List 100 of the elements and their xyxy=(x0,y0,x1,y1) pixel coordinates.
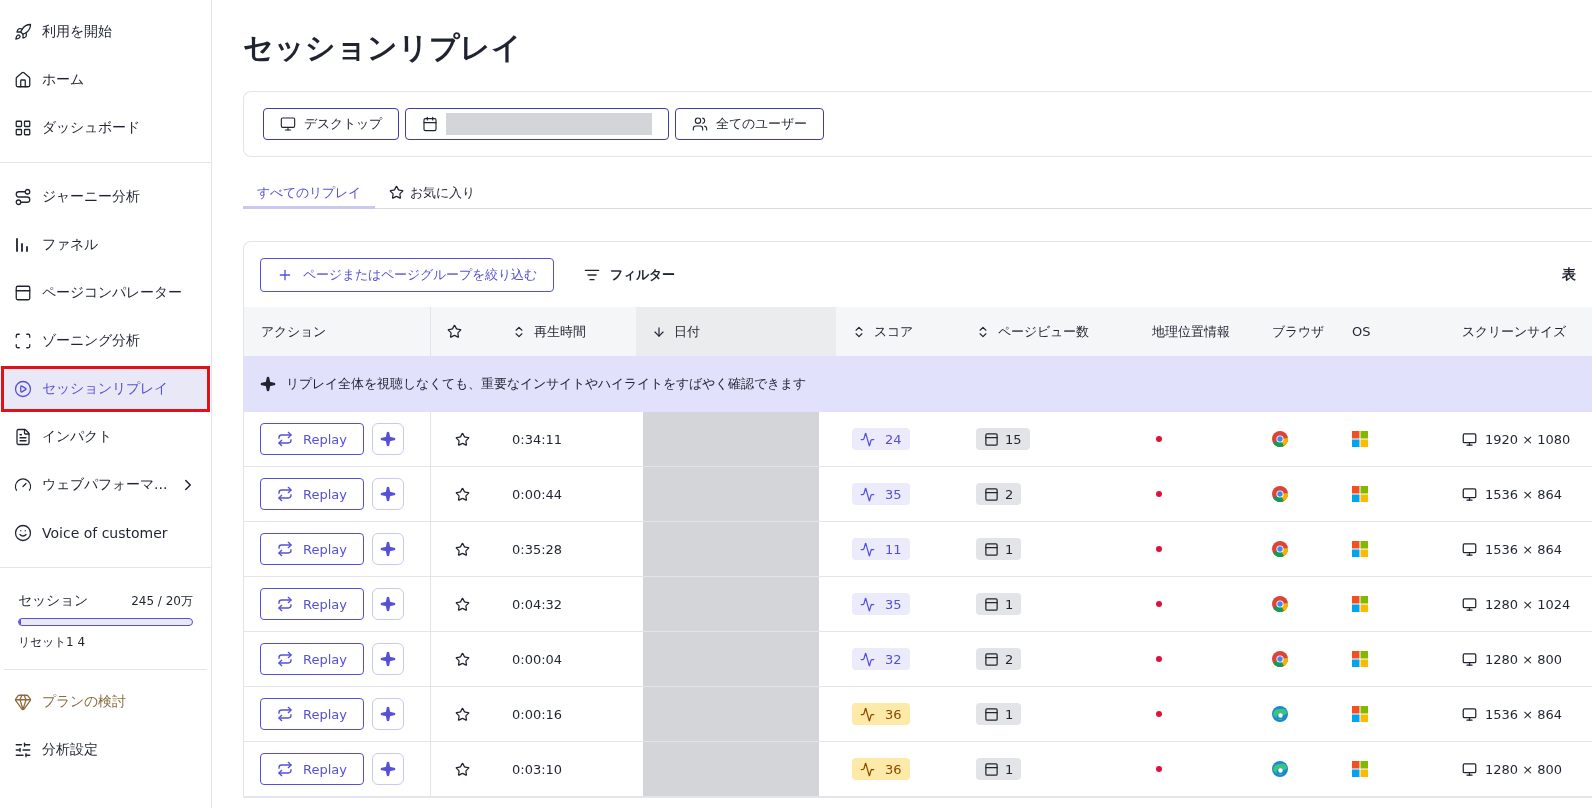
users-icon xyxy=(692,116,708,132)
monitor-icon xyxy=(1462,596,1477,612)
sidebar-item[interactable]: ホーム xyxy=(4,60,207,100)
duration-text: 0:00:04 xyxy=(512,651,563,667)
sidebar-item[interactable]: ダッシュボード xyxy=(4,108,207,148)
add-page-filter-button[interactable]: ページまたはページグループを絞り込む xyxy=(260,258,554,292)
sparkle-icon xyxy=(380,651,396,667)
windows-icon xyxy=(1352,431,1368,447)
repeat-icon xyxy=(277,706,293,722)
edge-icon xyxy=(1272,761,1288,777)
sidebar-item[interactable]: ゾーニング分析 xyxy=(4,321,207,361)
ai-button[interactable] xyxy=(372,533,404,565)
sidebar-item[interactable]: ファネル xyxy=(4,225,207,265)
screen-size-text: 1280 × 800 xyxy=(1485,651,1563,667)
replay-button[interactable]: Replay xyxy=(260,588,364,620)
sidebar-item[interactable]: 分析設定 xyxy=(4,730,207,770)
pageview-badge: 2 xyxy=(976,483,1022,505)
windows-icon xyxy=(1352,706,1368,722)
windows-icon xyxy=(1352,541,1368,557)
score-badge: 24 xyxy=(852,428,910,450)
filter-icon xyxy=(584,267,600,283)
column-header[interactable]: ページビュー数 xyxy=(960,307,1136,356)
score-badge: 35 xyxy=(852,593,910,615)
sidebar-item[interactable]: ページコンパレーター xyxy=(4,273,207,313)
monitor-icon xyxy=(1462,541,1477,557)
star-icon[interactable] xyxy=(455,541,470,557)
duration-text: 0:00:16 xyxy=(512,706,563,722)
ai-button[interactable] xyxy=(372,588,404,620)
column-header: スクリーンサイズ xyxy=(1461,322,1567,341)
duration-text: 0:34:11 xyxy=(512,431,563,447)
ai-button[interactable] xyxy=(372,423,404,455)
play-icon xyxy=(14,380,32,398)
usage-label: セッション xyxy=(18,592,88,610)
sidebar-item[interactable]: セッションリプレイ xyxy=(4,369,207,409)
star-icon xyxy=(389,185,404,200)
replay-button[interactable]: Replay xyxy=(260,698,364,730)
pageview-badge: 1 xyxy=(976,538,1022,560)
smile-icon xyxy=(14,524,32,542)
sidebar-item[interactable]: ジャーニー分析 xyxy=(4,177,207,217)
sparkle-icon xyxy=(380,596,396,612)
replay-button[interactable]: Replay xyxy=(260,478,364,510)
score-badge: 35 xyxy=(852,483,910,505)
star-icon[interactable] xyxy=(455,486,470,502)
replay-button[interactable]: Replay xyxy=(260,423,364,455)
monitor-icon xyxy=(1462,651,1477,667)
screen-size-text: 1280 × 800 xyxy=(1485,761,1563,777)
repeat-icon xyxy=(277,596,293,612)
replay-button[interactable]: Replay xyxy=(260,753,364,785)
star-icon xyxy=(447,324,462,339)
pageview-badge: 2 xyxy=(976,648,1022,670)
location-dot xyxy=(1156,656,1162,662)
column-header: ブラウザ xyxy=(1271,322,1325,341)
replay-button[interactable]: Replay xyxy=(260,533,364,565)
sidebar-item[interactable]: ウェブパフォーマ... xyxy=(4,465,207,505)
column-header[interactable]: 再生時間 xyxy=(496,307,636,356)
filter-button[interactable]: デスクトップ xyxy=(263,108,399,140)
rocket-icon xyxy=(14,23,32,41)
sidebar-item[interactable]: プランの検討 xyxy=(4,682,207,722)
star-icon[interactable] xyxy=(455,651,470,667)
sparkle-icon xyxy=(380,706,396,722)
column-header[interactable]: スコア xyxy=(836,307,960,356)
page-title: セッションリプレイ xyxy=(243,29,523,67)
sparkle-icon xyxy=(380,431,396,447)
reset-text: リセット1 4 xyxy=(18,634,87,651)
filter-button[interactable]: フィルター xyxy=(578,265,681,285)
monitor-icon xyxy=(1462,761,1477,777)
windows-icon xyxy=(1352,486,1368,502)
repeat-icon xyxy=(277,431,293,447)
star-icon[interactable] xyxy=(455,761,470,777)
monitor-icon xyxy=(1462,486,1477,502)
sidebar-item[interactable]: インパクト xyxy=(4,417,207,457)
column-header[interactable]: 日付 xyxy=(636,307,836,356)
scan-icon xyxy=(14,332,32,350)
ai-button[interactable] xyxy=(372,753,404,785)
repeat-icon xyxy=(277,541,293,557)
star-icon[interactable] xyxy=(455,596,470,612)
filter-button[interactable]: 全てのユーザー xyxy=(675,108,824,140)
location-dot xyxy=(1156,766,1162,772)
date-button[interactable] xyxy=(405,108,669,140)
ai-button[interactable] xyxy=(372,643,404,675)
column-header: OS xyxy=(1351,323,1372,341)
sparkle-icon xyxy=(380,761,396,777)
ai-button[interactable] xyxy=(372,478,404,510)
windows-icon xyxy=(1352,651,1368,667)
screen-size-text: 1536 × 864 xyxy=(1485,541,1563,557)
gem-icon xyxy=(14,693,32,711)
location-dot xyxy=(1156,491,1162,497)
duration-text: 0:04:32 xyxy=(512,596,563,612)
tab[interactable]: お気に入り xyxy=(375,179,489,209)
tab[interactable]: すべてのリプレイ xyxy=(243,179,375,209)
repeat-icon xyxy=(277,486,293,502)
sidebar-item[interactable]: Voice of customer xyxy=(4,513,207,553)
dashboard-icon xyxy=(14,119,32,137)
star-icon[interactable] xyxy=(455,706,470,722)
windows-icon xyxy=(1352,761,1368,777)
ai-button[interactable] xyxy=(372,698,404,730)
sidebar-item[interactable]: 利用を開始 xyxy=(4,12,207,52)
calendar-icon xyxy=(422,116,438,132)
star-icon[interactable] xyxy=(455,431,470,447)
replay-button[interactable]: Replay xyxy=(260,643,364,675)
